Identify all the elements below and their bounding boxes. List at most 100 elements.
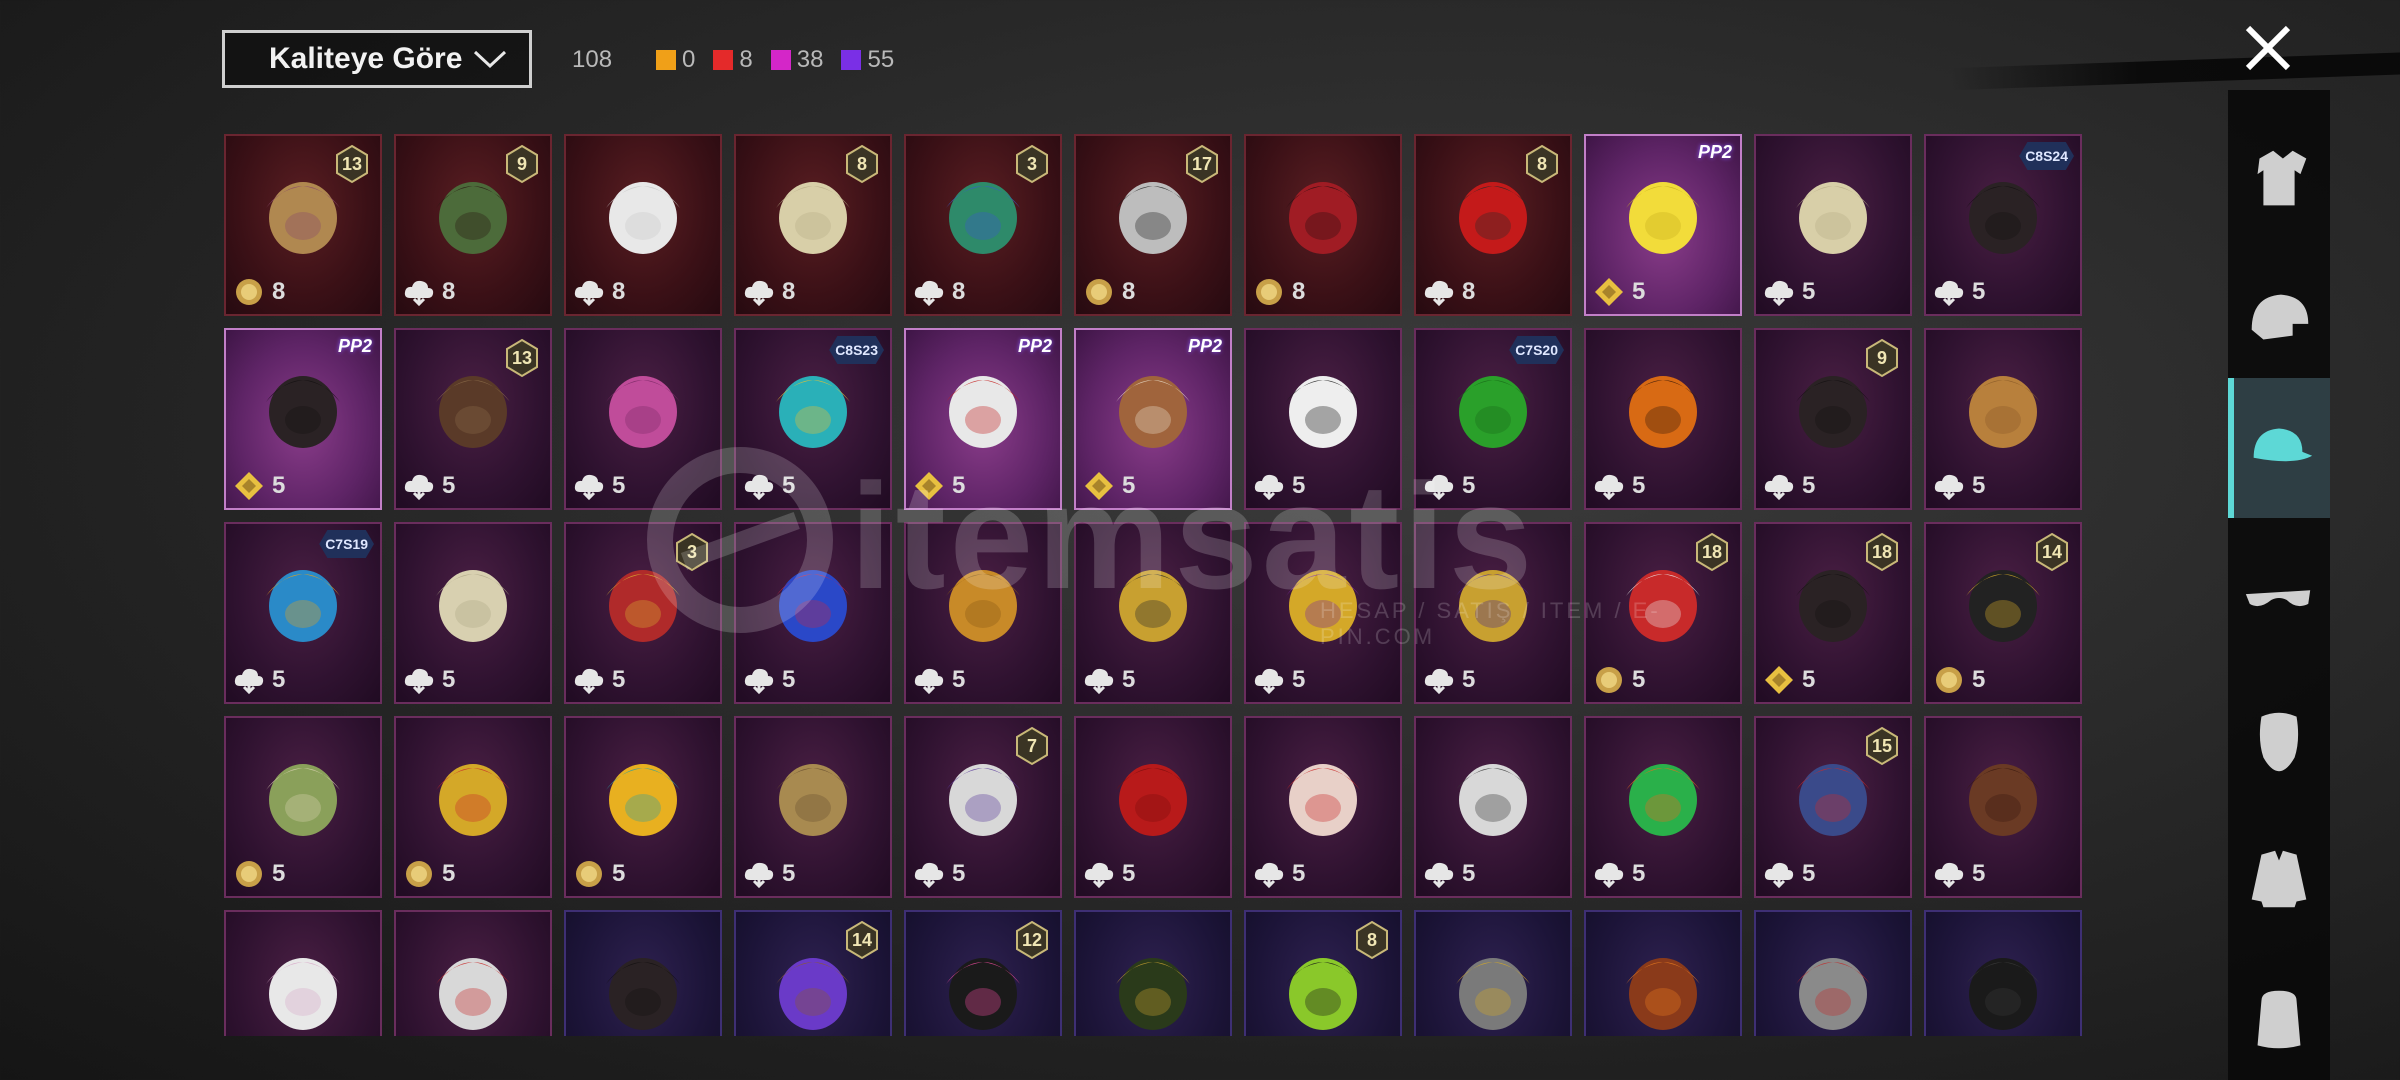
item-tile[interactable]: PP2 5 [1074, 328, 1232, 510]
count-red-value: 8 [739, 46, 753, 73]
level-badge: 8 [1524, 144, 1560, 184]
category-outfit[interactable] [2228, 110, 2330, 250]
item-grid: 13 8 9 8 8 8 8 3 8 17 8 8 8 8 PP2 5 5 C8S24 5 PP2 5 13 5 5 C8S23… [224, 134, 2084, 1036]
duplicate-count-value: 5 [1972, 278, 1986, 305]
item-tile[interactable]: 5 [1584, 716, 1742, 898]
item-tile[interactable] [1754, 910, 1912, 1036]
item-tile[interactable]: 95 [1754, 328, 1912, 510]
total-count: 108 [572, 46, 613, 73]
item-tile[interactable]: PP2 5 [904, 328, 1062, 510]
item-tile[interactable]: 5 [1244, 522, 1402, 704]
duplicate-count: 8 [742, 276, 795, 308]
item-tile[interactable] [1924, 910, 2082, 1036]
item-tile[interactable]: 5 [1074, 716, 1232, 898]
item-tile[interactable]: 88 [1414, 134, 1572, 316]
item-tile[interactable]: 5 [224, 716, 382, 898]
cloud-icon [1424, 280, 1454, 307]
item-tile[interactable]: 38 [904, 134, 1062, 316]
coin-icon [1086, 279, 1112, 305]
count-red: 8 [713, 46, 753, 74]
category-helmet[interactable] [2228, 250, 2330, 390]
duplicate-count: 5 [1762, 858, 1815, 890]
duplicate-count-value: 5 [272, 666, 286, 693]
bucket-hat-icon [1796, 957, 1870, 1030]
category-top[interactable] [2228, 810, 2330, 950]
level-badge: 8 [844, 144, 880, 184]
sort-dropdown[interactable]: Kaliteye Göre [222, 30, 532, 88]
item-tile[interactable]: 5 [1754, 134, 1912, 316]
red-helmet-icon [1286, 181, 1360, 254]
item-tile[interactable]: 75 [904, 716, 1062, 898]
item-tile[interactable]: 5 [1074, 522, 1232, 704]
item-tile[interactable]: C8S24 5 [1924, 134, 2082, 316]
item-tile[interactable]: 5 [564, 328, 722, 510]
item-tile[interactable]: 8 [1244, 910, 1402, 1036]
cap-sunglasses-icon [946, 375, 1020, 448]
duplicate-count: 5 [1082, 664, 1135, 696]
item-tile[interactable]: 5 [734, 522, 892, 704]
category-mask[interactable] [2228, 670, 2330, 810]
cloud-icon [1594, 862, 1624, 889]
yellow-box-icon [1626, 181, 1700, 254]
item-tile[interactable]: 5 [1244, 328, 1402, 510]
item-tile[interactable] [564, 910, 722, 1036]
item-tile[interactable]: 98 [394, 134, 552, 316]
item-tile[interactable]: PP2 5 [224, 328, 382, 510]
item-tile[interactable]: 5 [1244, 716, 1402, 898]
item-tile[interactable]: 5 [564, 716, 722, 898]
diamond-icon [1765, 666, 1793, 694]
item-tile[interactable] [394, 910, 552, 1036]
item-tile[interactable]: PP2 5 [1584, 134, 1742, 316]
item-tile[interactable]: 8 [1244, 134, 1402, 316]
item-tile[interactable]: C8S23 5 [734, 328, 892, 510]
level-badge: 13 [504, 338, 540, 378]
item-tile[interactable]: 14 [734, 910, 892, 1036]
close-button[interactable] [2238, 18, 2298, 78]
category-backpack[interactable] [2228, 950, 2330, 1080]
duplicate-count-value: 5 [1632, 860, 1646, 887]
item-tile[interactable]: 18 5 [1584, 522, 1742, 704]
dreadlock-mask-icon [1456, 763, 1530, 836]
item-tile[interactable]: 17 8 [1074, 134, 1232, 316]
item-tile[interactable]: 13 5 [394, 328, 552, 510]
cloud-icon [744, 474, 774, 501]
duplicate-count: 8 [1422, 276, 1475, 308]
item-tile[interactable]: 15 5 [1754, 716, 1912, 898]
level-badge-text: 8 [1366, 929, 1377, 950]
item-tile[interactable]: C7S19 5 [224, 522, 382, 704]
item-tile[interactable] [224, 910, 382, 1036]
duplicate-count-value: 5 [442, 472, 456, 499]
item-tile[interactable] [1584, 910, 1742, 1036]
cloud-icon [1934, 280, 1964, 307]
item-tile[interactable]: 5 [734, 716, 892, 898]
item-tile[interactable]: C7S20 5 [1414, 328, 1572, 510]
cloud-icon [1254, 668, 1284, 695]
item-tile[interactable]: 5 [1584, 328, 1742, 510]
category-hat[interactable] [2228, 378, 2330, 518]
item-tile[interactable]: 5 [394, 716, 552, 898]
item-tile[interactable] [1414, 910, 1572, 1036]
category-eyewear[interactable] [2228, 530, 2330, 670]
item-tile[interactable]: 12 [904, 910, 1062, 1036]
item-tile[interactable]: 5 [1924, 716, 2082, 898]
item-tile[interactable]: 13 8 [224, 134, 382, 316]
pumpkin-icon [1626, 375, 1700, 448]
item-tile[interactable]: 8 [564, 134, 722, 316]
item-tile[interactable] [1074, 910, 1232, 1036]
item-tile[interactable]: 35 [564, 522, 722, 704]
cloud-icon [744, 862, 774, 889]
item-tile[interactable]: 5 [1924, 328, 2082, 510]
level-badge-text: 3 [1026, 153, 1037, 174]
item-tile[interactable]: 88 [734, 134, 892, 316]
item-tile[interactable]: 18 5 [1754, 522, 1912, 704]
item-tile[interactable]: 5 [904, 522, 1062, 704]
duplicate-count: 5 [1762, 470, 1815, 502]
item-tile[interactable]: 5 [394, 522, 552, 704]
duplicate-count-value: 5 [1972, 472, 1986, 499]
cat-headphones-icon [776, 375, 850, 448]
item-tile[interactable]: 5 [1414, 716, 1572, 898]
level-badge: 18 [1864, 532, 1900, 572]
item-tile[interactable]: 5 [1414, 522, 1572, 704]
item-tile[interactable]: 14 5 [1924, 522, 2082, 704]
level-badge: 3 [674, 532, 710, 572]
